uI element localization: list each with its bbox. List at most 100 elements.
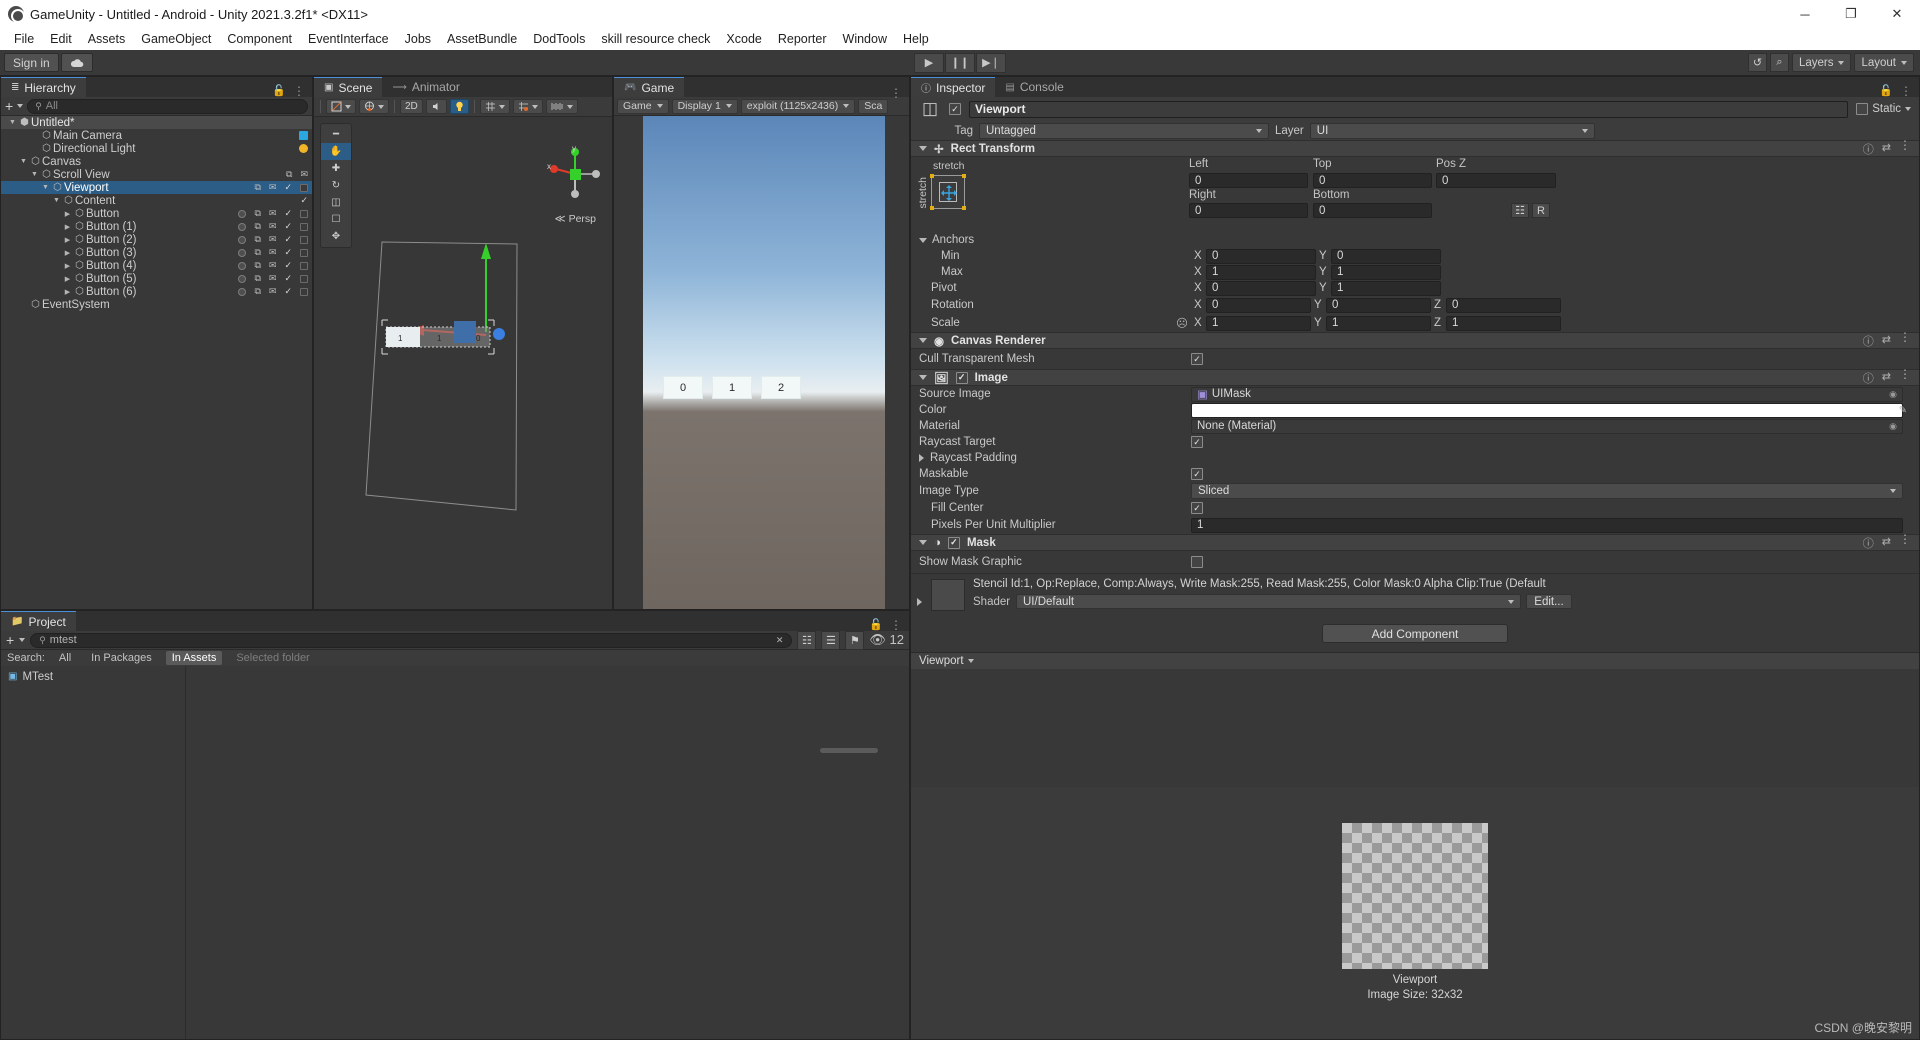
hierarchy-row-untitled[interactable]: ▼ ⬢ Untitled*: [1, 116, 312, 129]
hierarchy-row-button-1[interactable]: ▶ ⬡ Button (1) ⧉ ✉ ✓: [1, 220, 312, 233]
raycast-target-checkbox[interactable]: ✓: [1191, 436, 1203, 448]
hidden-packages-count[interactable]: 👁 12: [869, 632, 904, 648]
scale-x-input[interactable]: 1: [1206, 315, 1311, 331]
show-mask-graphic-checkbox[interactable]: [1191, 556, 1203, 568]
hierarchy-tree[interactable]: ▼ ⬢ Untitled* ⬡ Main Camera ⬡ Directional Ligh…: [1, 116, 312, 609]
chevron-right-icon[interactable]: ▶: [62, 288, 73, 296]
active-checkbox[interactable]: ✓: [300, 195, 308, 206]
add-gameobject-button[interactable]: +: [5, 99, 13, 113]
static-box-icon[interactable]: [300, 209, 308, 218]
preset-icon[interactable]: ⇄: [1882, 141, 1891, 157]
chevron-right-icon[interactable]: ▶: [62, 223, 73, 231]
static-checkbox[interactable]: [1856, 103, 1869, 115]
layer-dropdown[interactable]: UI: [1309, 122, 1595, 139]
filter-all[interactable]: All: [53, 651, 77, 665]
component-header-rect-transform[interactable]: ✢ Rect Transform ⓘ ⇄ ⋮: [911, 139, 1919, 157]
menu-item-skill-resource-check[interactable]: skill resource check: [593, 28, 718, 50]
project-results-list[interactable]: ▣ MTest: [1, 666, 186, 1039]
filter-in-packages[interactable]: In Packages: [85, 651, 158, 665]
cloud-icon[interactable]: [60, 53, 93, 72]
active-checkbox[interactable]: ✓: [284, 260, 292, 271]
left-input[interactable]: 0: [1189, 173, 1308, 188]
hierarchy-row-canvas[interactable]: ▼ ⬡ Canvas: [1, 155, 312, 168]
chevron-down-icon[interactable]: [19, 638, 26, 642]
object-picker-icon[interactable]: ◉: [1889, 421, 1897, 432]
play-button[interactable]: ▶: [914, 52, 944, 73]
gameobject-name-input[interactable]: Viewport: [969, 100, 1849, 118]
search-icon[interactable]: ⌕: [1769, 53, 1789, 72]
menu-item-dodtools[interactable]: DodTools: [525, 28, 593, 50]
static-box-icon[interactable]: [300, 235, 308, 244]
chevron-right-icon[interactable]: ▶: [62, 210, 73, 218]
sign-in-button[interactable]: Sign in: [4, 53, 59, 72]
menu-item-eventinterface[interactable]: EventInterface: [300, 28, 397, 50]
hierarchy-row-main-camera[interactable]: ⬡ Main Camera: [1, 129, 312, 142]
game-button-2[interactable]: 2: [761, 376, 801, 399]
tab-game[interactable]: 🎮 Game: [614, 77, 685, 97]
tab-animator[interactable]: ⟶ Animator: [382, 77, 470, 97]
tab-project[interactable]: 📁 Project: [1, 611, 76, 631]
lock-icon[interactable]: 🔓: [1879, 84, 1893, 97]
twod-toggle-button[interactable]: 2D: [400, 99, 423, 114]
pivot-x-input[interactable]: 0: [1206, 280, 1316, 296]
rotation-x-input[interactable]: 0: [1206, 297, 1311, 313]
anchor-min-y-input[interactable]: 0: [1331, 248, 1441, 264]
component-menu-icon[interactable]: ⋮: [1899, 331, 1911, 349]
chevron-down-icon[interactable]: [919, 540, 927, 545]
menu-item-file[interactable]: File: [6, 28, 42, 50]
hierarchy-row-directional-light[interactable]: ⬡ Directional Light: [1, 142, 312, 155]
project-search-input[interactable]: ⚲ mtest ✕: [30, 632, 793, 648]
tab-hierarchy[interactable]: ≣ Hierarchy: [1, 77, 86, 97]
chevron-right-icon[interactable]: ▶: [62, 236, 73, 244]
game-button-1[interactable]: 1: [712, 376, 752, 399]
filter-in-assets[interactable]: In Assets: [165, 651, 223, 665]
anchors-foldout[interactable]: Anchors: [911, 232, 1919, 248]
hierarchy-row-viewport[interactable]: ▼ ⬡ Viewport ⧉ ✉ ✓: [1, 181, 312, 194]
chevron-down-icon[interactable]: ▼: [18, 158, 29, 165]
panel-menu-icon[interactable]: ⋮: [890, 619, 902, 631]
component-header-mask[interactable]: ◑ ✓ Mask ⓘ ⇄ ⋮: [911, 533, 1919, 551]
shader-edit-button[interactable]: Edit...: [1526, 594, 1572, 609]
preset-icon[interactable]: ⇄: [1882, 370, 1891, 386]
hierarchy-row-button-3[interactable]: ▶ ⬡ Button (3) ⧉ ✉ ✓: [1, 246, 312, 259]
grid-dropdown[interactable]: [545, 99, 578, 114]
posz-input[interactable]: 0: [1436, 173, 1556, 188]
clear-icon[interactable]: ✕: [776, 635, 784, 646]
game-mode-dropdown[interactable]: Game: [617, 98, 669, 114]
chevron-down-icon[interactable]: [919, 338, 927, 343]
active-checkbox[interactable]: ✓: [284, 247, 292, 258]
display-dropdown[interactable]: Display 1: [671, 98, 738, 114]
minimize-button[interactable]: ─: [1782, 0, 1828, 28]
panel-menu-icon[interactable]: ⋮: [890, 87, 902, 99]
menu-item-gameobject[interactable]: GameObject: [133, 28, 219, 50]
scale-slider[interactable]: Sca: [858, 98, 889, 114]
hierarchy-row-eventsystem[interactable]: ⬡ EventSystem: [1, 298, 312, 311]
game-viewport[interactable]: 0 1 2: [643, 116, 885, 609]
chevron-down-icon[interactable]: [919, 375, 927, 380]
chevron-down-icon[interactable]: [17, 104, 24, 108]
resolution-dropdown[interactable]: exploit (1125x2436): [740, 98, 856, 114]
link-off-icon[interactable]: ☹: [1176, 316, 1194, 330]
chevron-right-icon[interactable]: ▶: [62, 262, 73, 270]
menu-item-assets[interactable]: Assets: [80, 28, 134, 50]
hierarchy-row-button-2[interactable]: ▶ ⬡ Button (2) ⧉ ✉ ✓: [1, 233, 312, 246]
cull-transparent-mesh-checkbox[interactable]: ✓: [1191, 353, 1203, 365]
preset-icon[interactable]: ⇄: [1882, 333, 1891, 349]
component-menu-icon[interactable]: ⋮: [1899, 368, 1911, 386]
menu-item-component[interactable]: Component: [219, 28, 300, 50]
game-button-0[interactable]: 0: [663, 376, 703, 399]
bottom-input[interactable]: 0: [1313, 203, 1432, 218]
add-component-button[interactable]: Add Component: [1322, 624, 1508, 643]
hierarchy-search-input[interactable]: ⚲ All: [27, 98, 308, 114]
static-box-icon[interactable]: [300, 222, 308, 231]
static-box-icon[interactable]: [300, 248, 308, 257]
maskable-checkbox[interactable]: ✓: [1191, 468, 1203, 480]
hierarchy-row-button[interactable]: ▶ ⬡ Button ⧉ ✉ ✓: [1, 207, 312, 220]
history-icon[interactable]: ↺: [1747, 53, 1767, 72]
color-swatch[interactable]: [1191, 402, 1903, 418]
snap-dropdown[interactable]: [512, 99, 543, 114]
component-menu-icon[interactable]: ⋮: [1899, 139, 1911, 157]
shader-dropdown[interactable]: UI/Default: [1016, 594, 1521, 609]
active-checkbox[interactable]: ✓: [284, 286, 292, 297]
menu-item-reporter[interactable]: Reporter: [770, 28, 835, 50]
